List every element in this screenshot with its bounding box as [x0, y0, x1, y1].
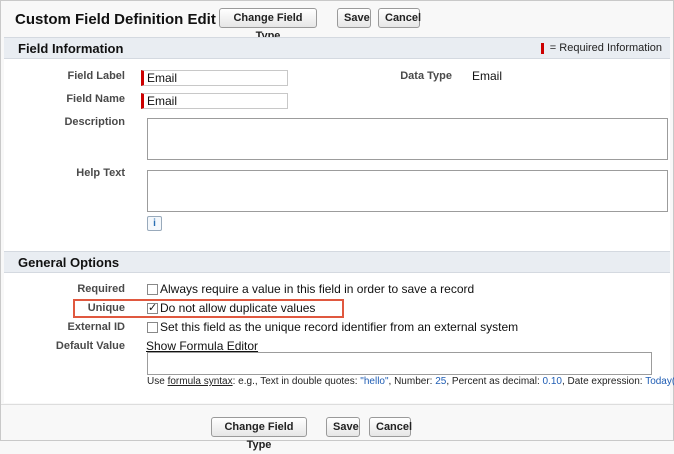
- unique-text: Do not allow duplicate values: [160, 301, 316, 315]
- default-value-label: Default Value: [55, 340, 125, 352]
- required-text: Always require a value in this field in …: [160, 282, 475, 296]
- hint-percent-text: , Percent as decimal:: [446, 376, 540, 387]
- page-frame: Custom Field Definition Edit Change Fiel…: [0, 0, 674, 451]
- hint-date-text: , Date expression:: [561, 376, 643, 387]
- general-options-title: General Options: [18, 255, 120, 270]
- field-name-input[interactable]: Email: [141, 93, 288, 109]
- external-id-text: Set this field as the unique record iden…: [160, 320, 519, 334]
- page-title: Custom Field Definition Edit: [15, 11, 216, 28]
- hint-percent: 0.10: [542, 376, 562, 387]
- required-indicator-icon: [540, 42, 544, 54]
- check-mark-icon: ✓: [148, 302, 158, 314]
- help-text-label: Help Text: [76, 167, 125, 179]
- info-icon[interactable]: i: [147, 216, 162, 231]
- field-label-label: Field Label: [67, 70, 125, 82]
- hint-date: Today() + 7: [645, 376, 674, 387]
- hint-use: Use: [147, 376, 165, 387]
- bottom-button-bar: Change Field Type Save Cancel: [1, 404, 673, 451]
- help-text-textarea[interactable]: [147, 170, 668, 212]
- save-button-bottom[interactable]: Save: [326, 417, 360, 437]
- required-checkbox[interactable]: [147, 284, 158, 295]
- hint-number: 25: [435, 376, 447, 387]
- cancel-button-bottom[interactable]: Cancel: [369, 417, 412, 437]
- cancel-button-top[interactable]: Cancel: [378, 8, 421, 28]
- data-type-value: Email: [472, 69, 503, 83]
- hint-number-text: , Number:: [388, 376, 433, 387]
- top-button-bar: Custom Field Definition Edit Change Fiel…: [1, 1, 673, 42]
- external-id-checkbox[interactable]: [147, 322, 158, 333]
- required-legend: = Required Information: [540, 42, 662, 54]
- description-label: Description: [64, 116, 125, 128]
- external-id-label: External ID: [67, 321, 125, 333]
- field-name-label: Field Name: [66, 93, 125, 105]
- unique-checkbox[interactable]: ✓: [147, 303, 158, 314]
- required-legend-text: = Required Information: [549, 42, 662, 54]
- save-button-top[interactable]: Save: [337, 8, 371, 28]
- field-label-input[interactable]: Email: [141, 70, 288, 86]
- show-formula-editor-link[interactable]: Show Formula Editor: [146, 339, 258, 353]
- change-field-type-button-bottom[interactable]: Change Field Type: [211, 417, 307, 451]
- field-information-header: Field Information = Required Information: [4, 37, 670, 59]
- hint-colon: : e.g., Text in double quotes:: [232, 376, 358, 387]
- unique-label: Unique: [87, 302, 125, 314]
- default-value-input[interactable]: [147, 352, 652, 375]
- general-options-header: General Options: [4, 251, 670, 273]
- required-label: Required: [77, 283, 125, 295]
- field-information-title: Field Information: [18, 41, 124, 56]
- formula-hint: Use formula syntax: e.g., Text in double…: [147, 376, 674, 387]
- description-textarea[interactable]: [147, 118, 668, 160]
- data-type-label: Data Type: [400, 70, 452, 82]
- change-field-type-button-top[interactable]: Change Field Type: [219, 8, 317, 42]
- formula-syntax-link[interactable]: formula syntax: [168, 376, 233, 387]
- hint-hello: "hello": [360, 376, 389, 387]
